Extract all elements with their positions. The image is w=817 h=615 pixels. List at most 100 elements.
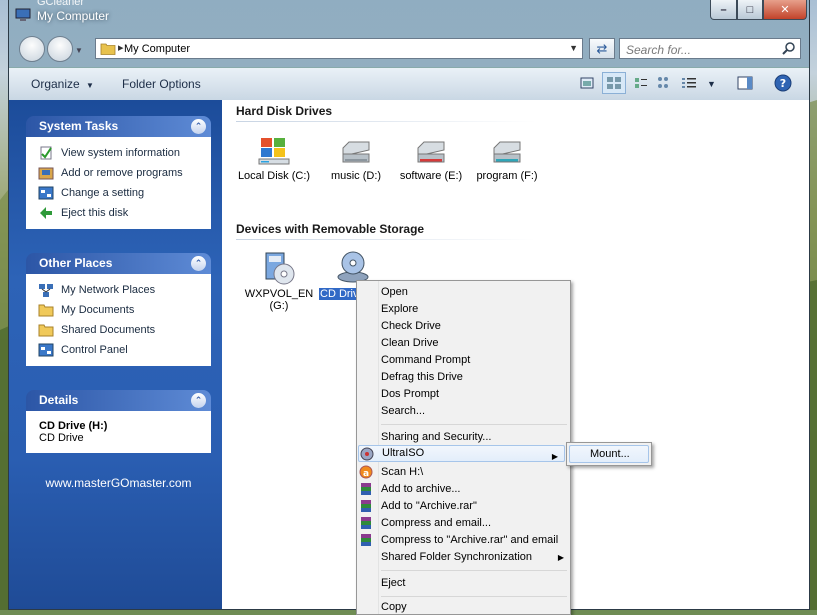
menu-item-copy[interactable]: Copy (381, 601, 407, 613)
task-label[interactable]: Eject this disk (61, 207, 128, 219)
details-view-icon[interactable] (681, 76, 697, 90)
menu-item-dos-prompt[interactable]: Dos Prompt (381, 388, 439, 400)
back-button[interactable] (19, 36, 45, 62)
my-computer-icon (15, 8, 31, 21)
menu-item-check-drive[interactable]: Check Drive (381, 320, 441, 332)
address-dropdown-icon[interactable]: ▼ (569, 43, 578, 53)
task-pane: System Tasks ⌃ View system information A… (9, 100, 222, 609)
thumbnails-view-icon[interactable] (579, 76, 595, 90)
task-label[interactable]: Add or remove programs (61, 167, 183, 179)
menu-item-ultraiso[interactable]: UltraISO ▶ (358, 445, 565, 462)
menu-separator (381, 596, 567, 597)
menu-item-add-to-archive-rar[interactable]: Add to "Archive.rar" (381, 500, 477, 512)
place-label[interactable]: My Documents (61, 304, 134, 316)
navigation-bar: ▼ ▸ My Computer ▼ ⇄ Search for... (9, 34, 809, 64)
place-label[interactable]: My Network Places (61, 284, 155, 296)
drive-label[interactable]: program (F:) (475, 170, 538, 182)
task-view-system-information[interactable]: View system information (38, 143, 211, 163)
menu-item-open[interactable]: Open (381, 286, 408, 298)
drive-c[interactable]: Local Disk (C:) (236, 136, 312, 182)
drive-e[interactable]: software (E:) (391, 136, 471, 182)
menu-item-explore[interactable]: Explore (381, 303, 418, 315)
menu-item-label[interactable]: UltraISO (382, 447, 424, 459)
address-bar[interactable]: ▸ My Computer ▼ (95, 38, 583, 59)
eject-icon (40, 207, 52, 219)
place-label[interactable]: Control Panel (61, 344, 128, 356)
minimize-button[interactable]: – (710, 0, 737, 20)
organize-label[interactable]: Organize (31, 77, 80, 91)
preview-pane-icon[interactable] (737, 76, 753, 90)
hard-drive-red-icon (417, 141, 445, 163)
menu-item-compress-rar-email[interactable]: Compress to "Archive.rar" and email (381, 534, 558, 546)
drive-label[interactable]: Local Disk (C:) (237, 170, 311, 182)
folder-icon (38, 304, 54, 317)
search-box[interactable]: Search for... (619, 38, 801, 59)
website-link[interactable]: www.masterGOmaster.com (26, 476, 211, 490)
winrar-icon (361, 500, 371, 512)
drive-label[interactable]: music (D:) (330, 170, 382, 182)
drive-g[interactable]: WXPVOL_EN (G:) (242, 250, 316, 312)
task-change-setting[interactable]: Change a setting (38, 183, 211, 203)
check-document-icon (40, 146, 52, 160)
menu-item-command-prompt[interactable]: Command Prompt (381, 354, 470, 366)
ultraiso-submenu: Mount... (566, 442, 652, 466)
menu-item-clean-drive[interactable]: Clean Drive (381, 337, 438, 349)
close-button[interactable]: ✕ (763, 0, 807, 20)
menu-item-shared-folder-sync[interactable]: Shared Folder Synchronization (381, 551, 532, 563)
system-tasks-header[interactable]: System Tasks ⌃ (26, 116, 211, 137)
views-dropdown-icon[interactable]: ▼ (707, 79, 716, 89)
folder-icon (38, 324, 54, 337)
winrar-icon (361, 534, 371, 546)
hard-drive-icon (342, 141, 370, 163)
menu-item-compress-email[interactable]: Compress and email... (381, 517, 491, 529)
menu-item-scan[interactable]: Scan H:\ (381, 466, 423, 478)
menu-item-defrag[interactable]: Defrag this Drive (381, 371, 463, 383)
address-path[interactable]: My Computer (124, 43, 190, 55)
place-my-network-places[interactable]: My Network Places (38, 280, 211, 300)
place-label[interactable]: Shared Documents (61, 324, 155, 336)
winrar-icon (361, 483, 371, 495)
title-bar[interactable]: GCleaner My Computer – □ ✕ (9, 0, 809, 30)
place-my-documents[interactable]: My Documents (38, 300, 211, 320)
maximize-button[interactable]: □ (737, 0, 763, 20)
details-body: CD Drive (H:) CD Drive (26, 411, 211, 453)
task-label[interactable]: Change a setting (61, 187, 144, 199)
collapse-icon[interactable]: ⌃ (191, 119, 206, 134)
task-label[interactable]: View system information (61, 147, 180, 159)
menu-item-add-to-archive[interactable]: Add to archive... (381, 483, 461, 495)
place-control-panel[interactable]: Control Panel (38, 340, 211, 360)
collapse-icon[interactable]: ⌃ (191, 393, 206, 408)
task-add-remove-programs[interactable]: Add or remove programs (38, 163, 211, 183)
menu-item-search[interactable]: Search... (381, 405, 425, 417)
other-places-header[interactable]: Other Places ⌃ (26, 253, 211, 274)
details-header[interactable]: Details ⌃ (26, 390, 211, 411)
place-shared-documents[interactable]: Shared Documents (38, 320, 211, 340)
folder-options-button[interactable]: Folder Options (122, 77, 201, 91)
menu-item-eject[interactable]: Eject (381, 577, 405, 589)
search-placeholder[interactable]: Search for... (626, 43, 691, 57)
drive-label[interactable]: software (E:) (399, 170, 463, 182)
collapse-icon[interactable]: ⌃ (191, 256, 206, 271)
antivirus-scan-icon: a (359, 465, 373, 479)
svg-text:a: a (363, 469, 369, 479)
search-icon[interactable] (782, 41, 796, 55)
recent-pages-dropdown-icon[interactable]: ▼ (75, 46, 83, 55)
tiles-view-icon[interactable] (602, 72, 626, 94)
menu-item-sharing-security[interactable]: Sharing and Security... (381, 431, 491, 443)
drive-f[interactable]: program (F:) (467, 136, 547, 182)
organize-menu[interactable]: Organize ▼ (31, 77, 94, 91)
task-eject-disk[interactable]: Eject this disk (38, 203, 211, 223)
list-view-icon[interactable] (657, 76, 673, 90)
other-places-panel: Other Places ⌃ My Network Places My Docu… (26, 253, 211, 366)
drive-d[interactable]: music (D:) (320, 136, 392, 182)
drive-label[interactable]: WXPVOL_EN (G:) (242, 288, 316, 312)
help-icon[interactable]: ? (774, 74, 792, 92)
group-divider (236, 239, 536, 240)
icons-view-icon[interactable] (633, 76, 649, 90)
ultraiso-icon (360, 447, 374, 461)
menu-item-mount[interactable]: Mount... (569, 445, 649, 463)
submenu-arrow-icon: ▶ (557, 553, 564, 562)
forward-button[interactable] (47, 36, 73, 62)
removable-storage-heading: Devices with Removable Storage (236, 222, 425, 236)
refresh-button[interactable]: ⇄ (589, 38, 615, 59)
